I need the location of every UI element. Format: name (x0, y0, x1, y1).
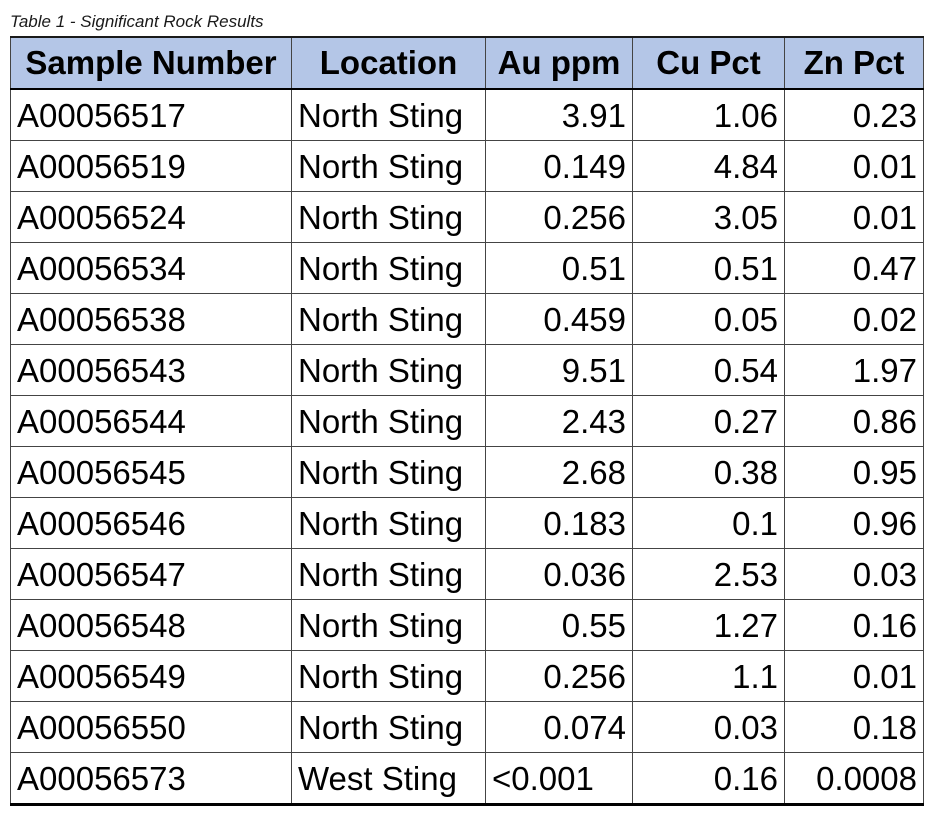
cell-zn-pct: 0.16 (784, 599, 924, 651)
cell-sample-number: A00056573 (10, 752, 292, 806)
cell-zn-pct: 0.03 (784, 548, 924, 600)
table-caption: Table 1 - Significant Rock Results (10, 12, 264, 31)
table-row: A00056534 North Sting 0.51 0.51 0.47 (10, 242, 924, 294)
cell-au-ppm: 2.43 (485, 395, 633, 447)
cell-sample-number: A00056534 (10, 242, 292, 294)
cell-sample-number: A00056519 (10, 140, 292, 192)
cell-sample-number: A00056549 (10, 650, 292, 702)
cell-cu-pct: 0.05 (632, 293, 785, 345)
cell-sample-number: A00056550 (10, 701, 292, 753)
cell-au-ppm: 0.183 (485, 497, 633, 549)
cell-zn-pct: 0.86 (784, 395, 924, 447)
table-row: A00056524 North Sting 0.256 3.05 0.01 (10, 191, 924, 243)
cell-cu-pct: 3.05 (632, 191, 785, 243)
cell-sample-number: A00056524 (10, 191, 292, 243)
cell-location: North Sting (291, 497, 486, 549)
cell-sample-number: A00056546 (10, 497, 292, 549)
table-header: Sample Number Location Au ppm Cu Pct Zn … (10, 36, 924, 90)
header-zn-pct: Zn Pct (784, 36, 924, 90)
cell-zn-pct: 0.01 (784, 140, 924, 192)
cell-zn-pct: 1.97 (784, 344, 924, 396)
cell-zn-pct: 0.01 (784, 650, 924, 702)
cell-location: North Sting (291, 191, 486, 243)
cell-au-ppm: 3.91 (485, 88, 633, 141)
cell-au-ppm: 0.074 (485, 701, 633, 753)
cell-location: North Sting (291, 548, 486, 600)
cell-au-ppm: 0.149 (485, 140, 633, 192)
table-row: A00056550 North Sting 0.074 0.03 0.18 (10, 701, 924, 753)
cell-sample-number: A00056547 (10, 548, 292, 600)
cell-sample-number: A00056545 (10, 446, 292, 498)
cell-cu-pct: 1.27 (632, 599, 785, 651)
table-body: A00056517 North Sting 3.91 1.06 0.23 A0005651… (10, 88, 924, 806)
cell-location: North Sting (291, 599, 486, 651)
cell-au-ppm: 9.51 (485, 344, 633, 396)
cell-au-ppm: 0.256 (485, 650, 633, 702)
table-row: A00056548 North Sting 0.55 1.27 0.16 (10, 599, 924, 651)
cell-location: West Sting (291, 752, 486, 806)
cell-au-ppm: 0.036 (485, 548, 633, 600)
cell-sample-number: A00056517 (10, 88, 292, 141)
header-location: Location (291, 36, 486, 90)
cell-cu-pct: 1.06 (632, 88, 785, 141)
header-au-ppm: Au ppm (485, 36, 633, 90)
table-row: A00056545 North Sting 2.68 0.38 0.95 (10, 446, 924, 498)
cell-zn-pct: 0.47 (784, 242, 924, 294)
cell-location: North Sting (291, 395, 486, 447)
table-row: A00056519 North Sting 0.149 4.84 0.01 (10, 140, 924, 192)
cell-zn-pct: 0.23 (784, 88, 924, 141)
cell-au-ppm: 0.459 (485, 293, 633, 345)
cell-sample-number: A00056544 (10, 395, 292, 447)
cell-zn-pct: 0.01 (784, 191, 924, 243)
cell-location: North Sting (291, 242, 486, 294)
cell-location: North Sting (291, 88, 486, 141)
cell-cu-pct: 0.54 (632, 344, 785, 396)
table-row: A00056517 North Sting 3.91 1.06 0.23 (10, 88, 924, 141)
header-cu-pct: Cu Pct (632, 36, 785, 90)
table-row: A00056546 North Sting 0.183 0.1 0.96 (10, 497, 924, 549)
table-row: A00056544 North Sting 2.43 0.27 0.86 (10, 395, 924, 447)
cell-cu-pct: 0.27 (632, 395, 785, 447)
cell-cu-pct: 0.03 (632, 701, 785, 753)
cell-zn-pct: 0.0008 (784, 752, 924, 806)
cell-cu-pct: 0.38 (632, 446, 785, 498)
cell-au-ppm: 0.55 (485, 599, 633, 651)
cell-cu-pct: 1.1 (632, 650, 785, 702)
table-row: A00056543 North Sting 9.51 0.54 1.97 (10, 344, 924, 396)
cell-sample-number: A00056548 (10, 599, 292, 651)
header-sample-number: Sample Number (10, 36, 292, 90)
cell-zn-pct: 0.18 (784, 701, 924, 753)
table-row: A00056573 West Sting <0.001 0.16 0.0008 (10, 752, 924, 806)
cell-cu-pct: 0.16 (632, 752, 785, 806)
cell-au-ppm: 0.256 (485, 191, 633, 243)
cell-location: North Sting (291, 344, 486, 396)
cell-cu-pct: 0.1 (632, 497, 785, 549)
cell-sample-number: A00056543 (10, 344, 292, 396)
cell-zn-pct: 0.95 (784, 446, 924, 498)
cell-cu-pct: 4.84 (632, 140, 785, 192)
cell-cu-pct: 0.51 (632, 242, 785, 294)
cell-au-ppm: 2.68 (485, 446, 633, 498)
cell-zn-pct: 0.96 (784, 497, 924, 549)
rock-results-table: Sample Number Location Au ppm Cu Pct Zn … (10, 36, 924, 806)
cell-sample-number: A00056538 (10, 293, 292, 345)
cell-location: North Sting (291, 701, 486, 753)
cell-location: North Sting (291, 293, 486, 345)
cell-cu-pct: 2.53 (632, 548, 785, 600)
cell-zn-pct: 0.02 (784, 293, 924, 345)
cell-location: North Sting (291, 446, 486, 498)
cell-au-ppm: <0.001 (485, 752, 633, 806)
cell-location: North Sting (291, 650, 486, 702)
table-row: A00056547 North Sting 0.036 2.53 0.03 (10, 548, 924, 600)
cell-au-ppm: 0.51 (485, 242, 633, 294)
header-row: Sample Number Location Au ppm Cu Pct Zn … (10, 36, 924, 90)
table-row: A00056549 North Sting 0.256 1.1 0.01 (10, 650, 924, 702)
cell-location: North Sting (291, 140, 486, 192)
table-row: A00056538 North Sting 0.459 0.05 0.02 (10, 293, 924, 345)
